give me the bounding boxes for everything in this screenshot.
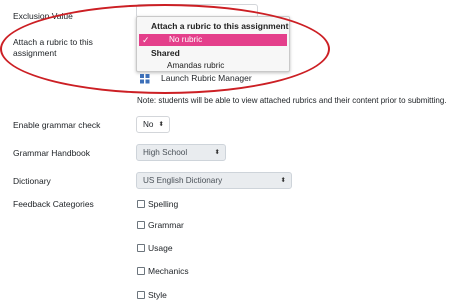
- checkbox-box[interactable]: [137, 267, 145, 275]
- dictionary-label: Dictionary: [13, 176, 51, 186]
- updown-caret-icon: ⬍: [158, 121, 164, 128]
- checkbox-box[interactable]: [137, 221, 145, 229]
- checkmark-icon: ✓: [142, 35, 150, 45]
- rubric-group-shared: Shared: [151, 48, 180, 58]
- checkbox-box[interactable]: [137, 244, 145, 252]
- grammar-check-label: Enable grammar check: [13, 120, 101, 130]
- grid-icon: [140, 74, 150, 84]
- dictionary-select[interactable]: US English Dictionary ⬍: [136, 172, 292, 189]
- launch-rubric-manager-label: Launch Rubric Manager: [161, 73, 252, 83]
- rubric-dropdown[interactable]: Attach a rubric to this assignment ✓ No …: [136, 16, 290, 72]
- rubric-note: Note: students will be able to view atta…: [137, 96, 447, 105]
- checkbox-box[interactable]: [137, 291, 145, 299]
- grammar-handbook-label: Grammar Handbook: [13, 148, 91, 158]
- rubric-option-no-rubric[interactable]: ✓ No rubric: [139, 34, 287, 46]
- launch-rubric-manager-link[interactable]: Launch Rubric Manager: [140, 73, 290, 85]
- exclusion-value-label: Exclusion Value: [13, 11, 73, 21]
- updown-caret-icon: ⬍: [280, 177, 286, 184]
- grammar-check-select[interactable]: No ⬍: [136, 116, 170, 133]
- feedback-categories-label: Feedback Categories: [13, 199, 94, 209]
- grammar-handbook-select[interactable]: High School ⬍: [136, 144, 226, 161]
- checkbox-box[interactable]: [137, 200, 145, 208]
- rubric-dropdown-header: Attach a rubric to this assignment: [151, 21, 289, 31]
- updown-caret-icon: ⬍: [214, 149, 220, 156]
- rubric-label: Attach a rubric to this assignment: [13, 37, 93, 58]
- rubric-option-amandas[interactable]: Amandas rubric: [139, 60, 287, 72]
